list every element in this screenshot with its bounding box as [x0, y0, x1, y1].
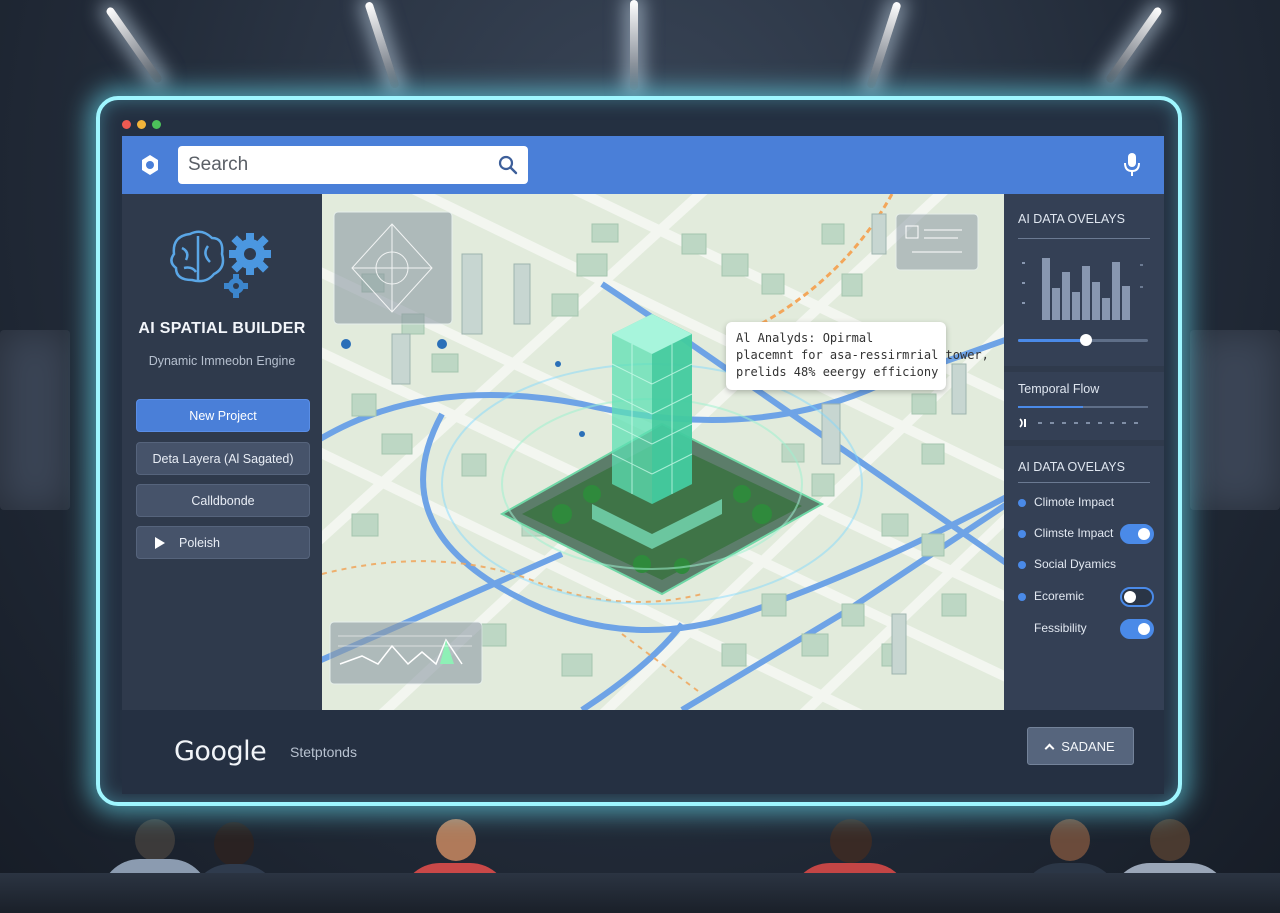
map-canvas[interactable]: Al Analyds: Opirmal placemnt for asa-res…: [322, 194, 1004, 710]
temporal-timeline[interactable]: [1018, 406, 1148, 408]
divider: [1018, 482, 1150, 483]
timeline-ticks: [1019, 418, 1138, 428]
minimize-dot[interactable]: [137, 120, 146, 129]
ai-analysis-callout: Al Analyds: Opirmal placemnt for asa-res…: [726, 322, 989, 390]
waveform-panel: [329, 621, 483, 685]
bullet-icon: [1018, 530, 1026, 538]
brain-gear-icon: [170, 230, 271, 298]
save-label: SADANE: [1061, 738, 1115, 754]
bottom-bar: Google Stetptonds SADANE: [122, 710, 1164, 794]
left-sidebar: AI SPATIAL BUILDER Dynamic Immeobn Engin…: [122, 194, 322, 710]
slider-handle[interactable]: [1079, 334, 1092, 346]
bullet-icon: [1018, 593, 1026, 601]
layer-feasibility[interactable]: Fessibility: [1018, 618, 1154, 640]
new-project-label: New Project: [189, 408, 257, 423]
app-window: AI SPATIAL BUILDER Dynamic Immeobn Engin…: [122, 136, 1164, 794]
layer-label: Social Dyamics: [1034, 557, 1117, 571]
city-map: [322, 194, 1004, 710]
temporal-title: Temporal Flow: [1018, 382, 1100, 396]
new-project-button[interactable]: New Project: [136, 399, 310, 432]
save-button[interactable]: SADANE: [1027, 727, 1134, 765]
layer-economic[interactable]: Ecoremic: [1018, 586, 1154, 608]
callout-line: prelids 48% eeergy efficiony: [736, 365, 939, 379]
overlay-bar-chart: [1022, 258, 1143, 320]
right-sidebar: AI DATA OVELAYS Temporal Flow AI DATA OV…: [1004, 194, 1164, 710]
wall-panel: [0, 330, 70, 510]
publish-button[interactable]: Poleish: [136, 526, 310, 559]
layer-climate-impact[interactable]: Climote Impact: [1018, 492, 1154, 514]
feasibility-toggle[interactable]: [1120, 619, 1154, 639]
layer-label: Fessibility: [1034, 621, 1087, 635]
ceiling-light: [630, 0, 638, 90]
close-dot[interactable]: [122, 120, 131, 129]
google-brand: Google: [174, 736, 267, 767]
callout-line: Al Analyds: Opirmal: [736, 331, 874, 345]
search-input[interactable]: [188, 152, 478, 178]
app-logo-icon[interactable]: [138, 153, 162, 177]
layers-panel: AI DATA OVELAYS Climote Impact Climste I…: [1004, 446, 1164, 710]
chevron-up-icon: [1044, 743, 1055, 753]
layers-title: AI DATA OVELAYS: [1018, 460, 1125, 474]
timeline-progress: [1018, 406, 1083, 408]
overlay-slider[interactable]: [1018, 334, 1148, 346]
app-subtitle: Dynamic Immeobn Engine: [148, 354, 296, 368]
display-monitor: AI SPATIAL BUILDER Dynamic Immeobn Engin…: [96, 96, 1182, 806]
microphone-icon[interactable]: [1122, 152, 1142, 178]
bullet-icon: [1018, 499, 1026, 507]
top-bar: [122, 136, 1164, 194]
climate-impact-toggle[interactable]: [1120, 524, 1154, 544]
overlays-panel: AI DATA OVELAYS: [1004, 194, 1164, 366]
layer-label: Climste Impact: [1034, 526, 1114, 540]
publish-label: Poleish: [179, 535, 220, 550]
info-panel: [895, 213, 979, 271]
economic-toggle[interactable]: [1120, 587, 1154, 607]
desk: [0, 873, 1280, 913]
overlays-title: AI DATA OVELAYS: [1018, 212, 1125, 226]
data-layers-label: Deta Layera (Al Sagated): [152, 451, 294, 466]
wall-panel: [1190, 330, 1280, 510]
app-title: AI SPATIAL BUILDER: [138, 320, 306, 337]
window-controls: [122, 120, 161, 129]
maximize-dot[interactable]: [152, 120, 161, 129]
search-icon[interactable]: [498, 155, 518, 175]
layer-label: Climote Impact: [1034, 495, 1115, 509]
layer-social-dynamics[interactable]: Social Dyamics: [1018, 554, 1154, 576]
collaborate-button[interactable]: Calldbonde: [136, 484, 310, 517]
layer-label: Ecoremic: [1034, 589, 1085, 603]
bullet-icon: [1018, 561, 1026, 569]
search-box: [178, 146, 528, 184]
data-layers-button[interactable]: Deta Layera (Al Sagated): [136, 442, 310, 475]
layer-climate-impact-2[interactable]: Climste Impact: [1018, 523, 1154, 545]
play-icon: [155, 537, 165, 549]
wireframe-panel: [333, 211, 453, 325]
divider: [1018, 238, 1150, 239]
callout-line: placemnt for asa-ressirmrial tower,: [736, 348, 989, 362]
bottom-subtitle: Stetptonds: [290, 744, 357, 760]
slider-fill: [1018, 339, 1086, 342]
collaborate-label: Calldbonde: [191, 493, 255, 508]
